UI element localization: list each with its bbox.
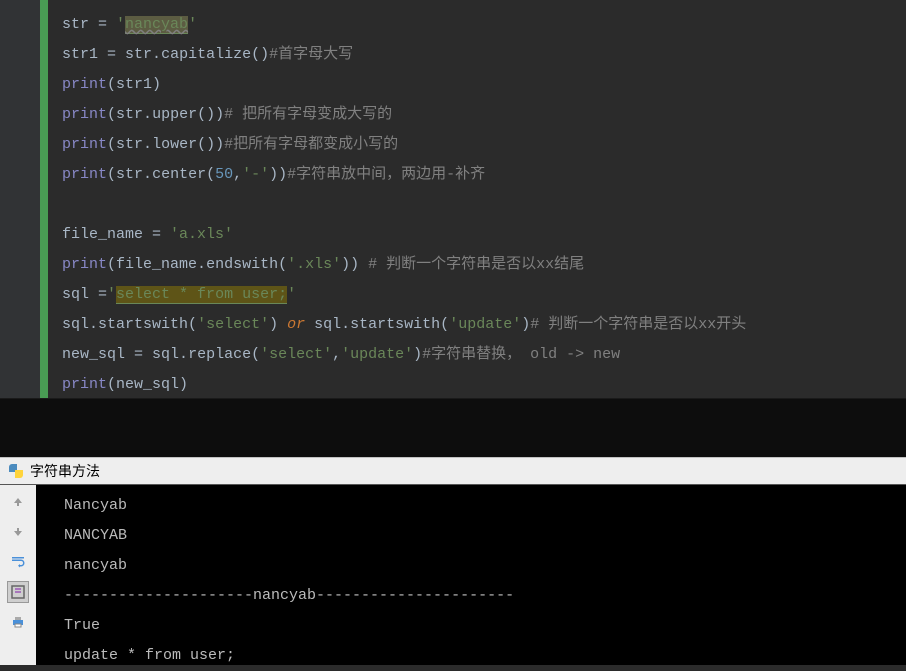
output-line: Nancyab (64, 491, 906, 521)
console-tab[interactable]: 字符串方法 (0, 457, 906, 485)
wrap-button[interactable] (7, 551, 29, 573)
output-line: update * from user; (64, 641, 906, 671)
code-line[interactable]: sql ='select * from user;' (62, 280, 906, 310)
code-line[interactable]: file_name = 'a.xls' (62, 220, 906, 250)
editor-footer (0, 398, 906, 457)
code-line[interactable]: print(file_name.endswith('.xls')) # 判断一个… (62, 250, 906, 280)
code-line[interactable]: print(str.upper())# 把所有字母变成大写的 (62, 100, 906, 130)
arrow-down-button[interactable] (7, 521, 29, 543)
change-marker (40, 0, 48, 398)
code-area[interactable]: str = 'nancyab' str1 = str.capitalize()#… (48, 0, 906, 398)
python-icon (8, 463, 24, 479)
editor-area: str = 'nancyab' str1 = str.capitalize()#… (0, 0, 906, 398)
code-line[interactable]: print(str1) (62, 70, 906, 100)
code-line[interactable]: print(new_sql) (62, 370, 906, 400)
code-line[interactable]: str1 = str.capitalize()#首字母大写 (62, 40, 906, 70)
code-line[interactable]: print(str.center(50,'-'))#字符串放中间，两边用-补齐 (62, 160, 906, 190)
editor-gutter (0, 0, 48, 398)
print-button[interactable] (7, 611, 29, 633)
code-line[interactable]: str = 'nancyab' (62, 10, 906, 40)
code-line-blank[interactable] (62, 190, 906, 220)
code-line[interactable]: print(str.lower())#把所有字母都变成小写的 (62, 130, 906, 160)
console-area: Nancyab NANCYAB nancyab ----------------… (0, 485, 906, 665)
arrow-up-button[interactable] (7, 491, 29, 513)
code-line[interactable]: new_sql = sql.replace('select','update')… (62, 340, 906, 370)
output-line: True (64, 611, 906, 641)
output-line: ---------------------nancyab------------… (64, 581, 906, 611)
scroll-button[interactable] (7, 581, 29, 603)
output-line: nancyab (64, 551, 906, 581)
code-line[interactable]: sql.startswith('select') or sql.startswi… (62, 310, 906, 340)
output-line: NANCYAB (64, 521, 906, 551)
console-tab-label: 字符串方法 (30, 461, 100, 481)
console-output[interactable]: Nancyab NANCYAB nancyab ----------------… (36, 485, 906, 665)
console-toolbar (0, 485, 36, 665)
